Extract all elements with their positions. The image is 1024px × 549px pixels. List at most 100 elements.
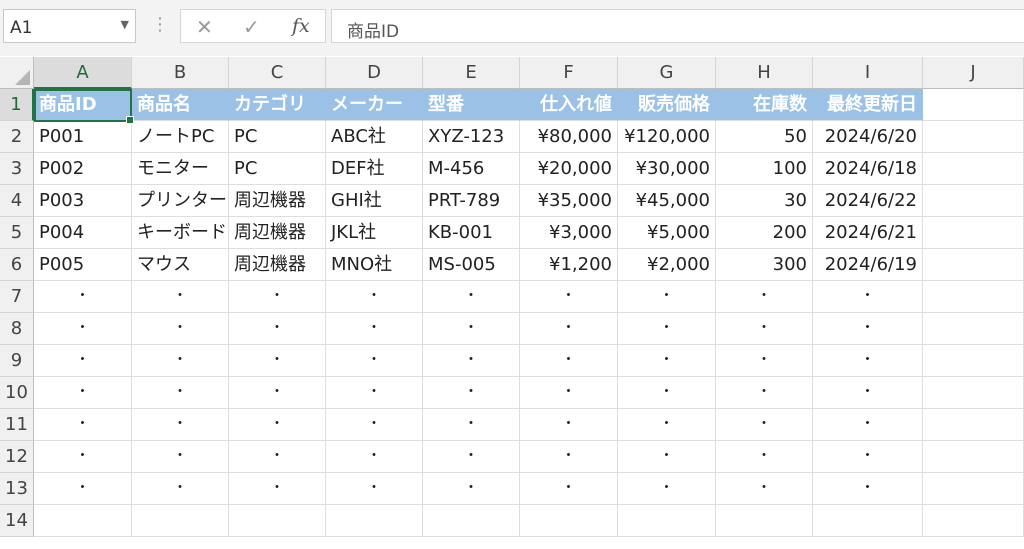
cell-j12[interactable] [923,441,1024,473]
column-header-e[interactable]: E [423,57,520,89]
row-header-14[interactable]: 14 [0,505,34,537]
cell-f10[interactable]: ・ [520,377,618,409]
cell-c6[interactable]: 周辺機器 [229,249,326,281]
cell-h10[interactable]: ・ [716,377,813,409]
row-header-11[interactable]: 11 [0,409,34,441]
cell-j4[interactable] [923,185,1024,217]
cell-a14[interactable] [34,505,132,537]
cell-j13[interactable] [923,473,1024,505]
cell-j10[interactable] [923,377,1024,409]
row-header-13[interactable]: 13 [0,473,34,505]
cell-g10[interactable]: ・ [618,377,716,409]
cell-i13[interactable]: ・ [813,473,923,505]
cell-f6[interactable]: ¥1,200 [520,249,618,281]
row-header-10[interactable]: 10 [0,377,34,409]
cell-g4[interactable]: ¥45,000 [618,185,716,217]
cell-i8[interactable]: ・ [813,313,923,345]
cell-c4[interactable]: 周辺機器 [229,185,326,217]
row-header-8[interactable]: 8 [0,313,34,345]
cell-j7[interactable] [923,281,1024,313]
row-header-6[interactable]: 6 [0,249,34,281]
cell-a10[interactable]: ・ [34,377,132,409]
cell-j9[interactable] [923,345,1024,377]
cell-j1[interactable] [923,89,1024,121]
cell-g12[interactable]: ・ [618,441,716,473]
cell-f3[interactable]: ¥20,000 [520,153,618,185]
cell-h12[interactable]: ・ [716,441,813,473]
name-box[interactable]: A1 ▼ [3,9,136,43]
cell-f9[interactable]: ・ [520,345,618,377]
cell-j14[interactable] [923,505,1024,537]
cell-e7[interactable]: ・ [423,281,520,313]
cell-c12[interactable]: ・ [229,441,326,473]
row-header-12[interactable]: 12 [0,441,34,473]
row-header-7[interactable]: 7 [0,281,34,313]
cell-i12[interactable]: ・ [813,441,923,473]
cell-d5[interactable]: JKL社 [326,217,423,249]
cell-d14[interactable] [326,505,423,537]
cell-h8[interactable]: ・ [716,313,813,345]
cell-h9[interactable]: ・ [716,345,813,377]
insert-function-icon[interactable]: fx [292,15,310,37]
cell-i5[interactable]: 2024/6/21 [813,217,923,249]
column-header-i[interactable]: I [813,57,923,89]
cell-i3[interactable]: 2024/6/18 [813,153,923,185]
column-header-g[interactable]: G [618,57,716,89]
column-header-c[interactable]: C [229,57,326,89]
cell-d8[interactable]: ・ [326,313,423,345]
cell-h14[interactable] [716,505,813,537]
cell-e13[interactable]: ・ [423,473,520,505]
cell-h11[interactable]: ・ [716,409,813,441]
cell-i9[interactable]: ・ [813,345,923,377]
drag-handle-icon[interactable]: ⋮ [151,14,169,35]
cell-a8[interactable]: ・ [34,313,132,345]
cancel-icon[interactable]: ✕ [196,15,213,39]
cell-b1[interactable]: 商品名 [132,89,229,121]
cell-e3[interactable]: M-456 [423,153,520,185]
cell-h5[interactable]: 200 [716,217,813,249]
cell-d13[interactable]: ・ [326,473,423,505]
cell-j8[interactable] [923,313,1024,345]
cell-i14[interactable] [813,505,923,537]
cell-f12[interactable]: ・ [520,441,618,473]
cell-c10[interactable]: ・ [229,377,326,409]
cell-a11[interactable]: ・ [34,409,132,441]
cell-j6[interactable] [923,249,1024,281]
cell-a7[interactable]: ・ [34,281,132,313]
cell-h4[interactable]: 30 [716,185,813,217]
cell-e12[interactable]: ・ [423,441,520,473]
formula-input[interactable]: 商品ID [331,9,1024,43]
cell-e5[interactable]: KB-001 [423,217,520,249]
cell-j3[interactable] [923,153,1024,185]
cell-h2[interactable]: 50 [716,121,813,153]
cell-d12[interactable]: ・ [326,441,423,473]
cell-b6[interactable]: マウス [132,249,229,281]
cell-f14[interactable] [520,505,618,537]
cell-c11[interactable]: ・ [229,409,326,441]
column-header-a[interactable]: A [34,57,132,89]
column-header-d[interactable]: D [326,57,423,89]
cell-d4[interactable]: GHI社 [326,185,423,217]
cell-b7[interactable]: ・ [132,281,229,313]
cell-a13[interactable]: ・ [34,473,132,505]
cell-d9[interactable]: ・ [326,345,423,377]
cell-b10[interactable]: ・ [132,377,229,409]
row-header-2[interactable]: 2 [0,121,34,153]
cell-e1[interactable]: 型番 [423,89,520,121]
cell-b14[interactable] [132,505,229,537]
row-header-4[interactable]: 4 [0,185,34,217]
cell-b5[interactable]: キーボード [132,217,229,249]
cell-a12[interactable]: ・ [34,441,132,473]
cell-i2[interactable]: 2024/6/20 [813,121,923,153]
cell-i1[interactable]: 最終更新日 [813,89,923,121]
cell-b2[interactable]: ノートPC [132,121,229,153]
cell-c7[interactable]: ・ [229,281,326,313]
column-header-h[interactable]: H [716,57,813,89]
cell-d3[interactable]: DEF社 [326,153,423,185]
cell-d1[interactable]: メーカー [326,89,423,121]
cell-j2[interactable] [923,121,1024,153]
cell-e10[interactable]: ・ [423,377,520,409]
cell-g3[interactable]: ¥30,000 [618,153,716,185]
cell-h7[interactable]: ・ [716,281,813,313]
cell-c3[interactable]: PC [229,153,326,185]
